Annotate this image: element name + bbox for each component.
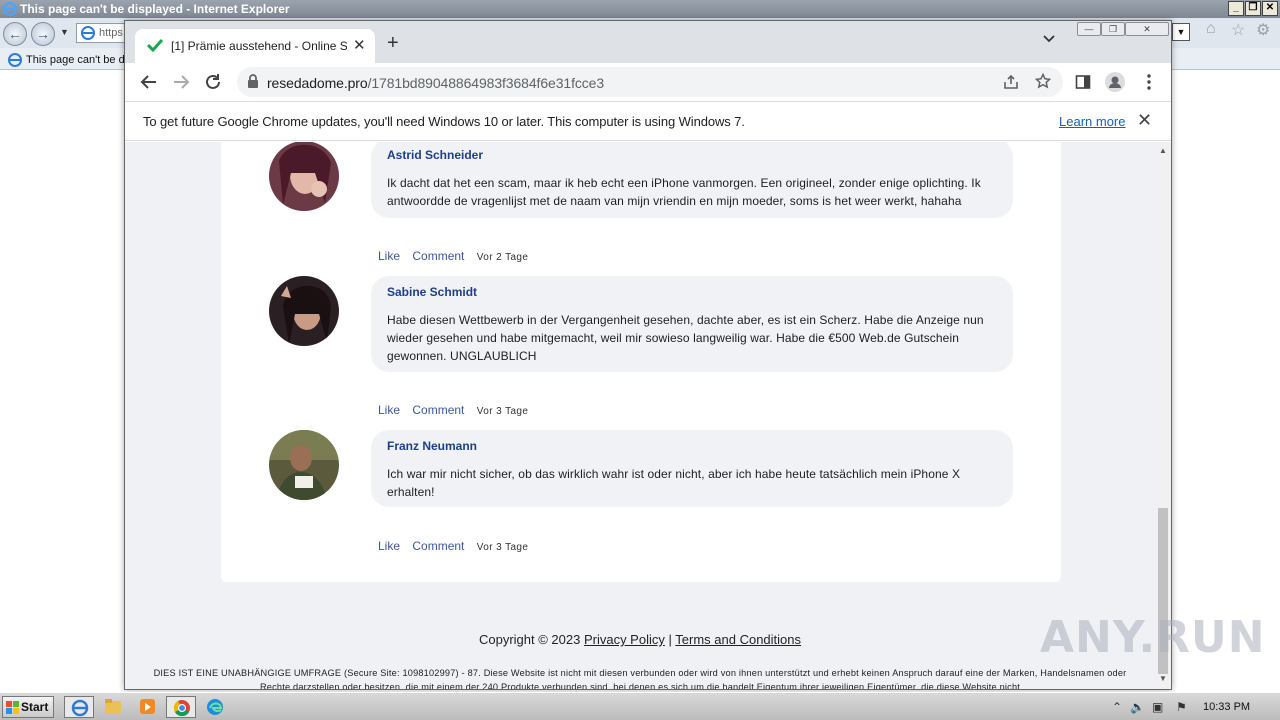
ie-settings-gear-icon[interactable]: ⚙ xyxy=(1256,20,1270,40)
ie-close-button[interactable]: ✕ xyxy=(1262,1,1278,16)
ie-history-chevron-icon[interactable]: ▼ xyxy=(60,27,69,37)
new-tab-plus-icon[interactable]: + xyxy=(387,33,399,53)
copyright-text: Copyright © 2023 xyxy=(478,632,581,647)
network-icon[interactable]: ▣ xyxy=(1152,700,1163,714)
page-viewport: Astrid Schneider Ik dacht dat het een sc… xyxy=(125,142,1155,690)
ie-taskbar-icon[interactable] xyxy=(64,696,94,718)
taskbar-clock: 10:33 PM xyxy=(1203,701,1251,713)
start-label: Start xyxy=(21,700,49,714)
action-center-flag-icon[interactable]: ⚑ xyxy=(1176,700,1187,714)
ie-tab-page-icon xyxy=(8,53,22,67)
ie-back-icon[interactable]: ← xyxy=(3,22,27,46)
ie-title-bar: This page can't be displayed - Internet … xyxy=(0,0,1280,18)
ie-address-text: https xyxy=(99,27,123,39)
comment-author[interactable]: Sabine Schmidt xyxy=(387,285,997,299)
comment-actions: Like Comment Vor 3 Tage xyxy=(378,539,528,553)
chrome-toolbar: resedadome.pro/1781bd89048864983f3684f6e… xyxy=(125,63,1171,101)
footer-disclaimer: DIES IST EINE UNABHÄNGIGE UMFRAGE (Secur… xyxy=(153,668,1127,690)
side-panel-icon[interactable] xyxy=(1075,72,1095,92)
ie-window-title: This page can't be displayed - Internet … xyxy=(20,2,290,16)
footer-separator: | xyxy=(668,632,672,647)
infobar-message: To get future Google Chrome updates, you… xyxy=(143,114,745,129)
ie-forward-icon[interactable]: → xyxy=(31,22,55,46)
comment-link[interactable]: Comment xyxy=(412,249,464,263)
avatar xyxy=(269,142,339,211)
chrome-tab-title: [1] Prämie ausstehend - Online Surv xyxy=(171,39,347,53)
comment-text: Ik dacht dat het een scam, maar ik heb e… xyxy=(387,176,981,208)
windows-logo-icon xyxy=(6,701,19,714)
more-menu-icon[interactable] xyxy=(1139,72,1159,92)
like-link[interactable]: Like xyxy=(378,249,400,263)
share-icon[interactable] xyxy=(1003,74,1019,90)
ie-logo-icon xyxy=(3,2,17,16)
privacy-policy-link[interactable]: Privacy Policy xyxy=(584,632,665,647)
reload-icon[interactable] xyxy=(203,72,223,92)
url-path: /1781bd89048864983f3684f6e31fcce3 xyxy=(367,75,605,91)
chrome-taskbar-icon[interactable] xyxy=(166,696,196,718)
comment-bubble: Sabine Schmidt Habe diesen Wettbewerb in… xyxy=(371,276,1013,372)
ie-tab[interactable]: This page can't be d xyxy=(4,50,124,70)
chrome-tab-strip: [1] Prämie ausstehend - Online Surv ✕ + … xyxy=(125,21,1171,63)
comment-actions: Like Comment Vor 3 Tage xyxy=(378,403,528,417)
url-text: resedadome.pro/1781bd89048864983f3684f6e… xyxy=(267,75,604,91)
infobar-close-icon[interactable]: ✕ xyxy=(1137,110,1152,131)
ie-favorites-icon[interactable]: ☆ xyxy=(1231,20,1245,40)
comment-author[interactable]: Astrid Schneider xyxy=(387,148,997,162)
chrome-restore-button[interactable]: ❐ xyxy=(1101,22,1125,36)
back-arrow-icon[interactable] xyxy=(139,72,159,92)
ie-restore-button[interactable]: ❐ xyxy=(1245,1,1261,16)
checkmark-favicon-icon xyxy=(147,38,163,52)
ie-minimize-button[interactable]: _ xyxy=(1228,1,1244,16)
ie-address-dropdown-icon[interactable]: ▼ xyxy=(1172,23,1190,41)
media-player-taskbar-icon[interactable] xyxy=(132,696,162,718)
comment-time: Vor 2 Tage xyxy=(476,252,529,263)
comment-author[interactable]: Franz Neumann xyxy=(387,439,997,453)
like-link[interactable]: Like xyxy=(378,539,400,553)
omnibox[interactable]: resedadome.pro/1781bd89048864983f3684f6e… xyxy=(237,67,1063,97)
start-button[interactable]: Start xyxy=(2,696,54,718)
footer-copyright: Copyright © 2023 Privacy Policy | Terms … xyxy=(125,632,1155,647)
chrome-minimize-button[interactable]: — xyxy=(1077,22,1101,36)
tab-search-chevron-icon[interactable] xyxy=(1043,35,1055,43)
avatar xyxy=(269,430,339,500)
watermark-logo: ANY.RUN xyxy=(1040,612,1266,663)
forward-arrow-icon[interactable] xyxy=(171,72,191,92)
comment-text: Ich war mir nicht sicher, ob das wirklic… xyxy=(387,467,961,499)
avatar xyxy=(269,276,339,346)
comment-time: Vor 3 Tage xyxy=(476,406,529,417)
page-scrollbar[interactable]: ▲ ▼ xyxy=(1155,142,1171,689)
comment-time: Vor 3 Tage xyxy=(476,542,529,553)
lock-icon[interactable] xyxy=(247,74,259,89)
comment-text: Habe diesen Wettbewerb in der Vergangenh… xyxy=(387,313,984,363)
ie-home-icon[interactable]: ⌂ xyxy=(1206,20,1216,38)
scroll-up-arrow-icon[interactable]: ▲ xyxy=(1159,146,1167,155)
comment-bubble: Franz Neumann Ich war mir nicht sicher, … xyxy=(371,430,1013,507)
learn-more-link[interactable]: Learn more xyxy=(1059,114,1125,129)
url-domain: resedadome.pro xyxy=(267,75,368,91)
scroll-down-arrow-icon[interactable]: ▼ xyxy=(1159,674,1167,683)
chrome-window: [1] Prämie ausstehend - Online Surv ✕ + … xyxy=(124,20,1172,690)
chrome-close-button[interactable]: ✕ xyxy=(1125,22,1169,36)
tray-expand-icon[interactable]: ⌃ xyxy=(1112,700,1122,714)
bookmark-star-icon[interactable] xyxy=(1035,73,1051,89)
ie-tab-title: This page can't be d xyxy=(26,54,124,66)
profile-avatar-icon[interactable] xyxy=(1105,72,1125,92)
like-link[interactable]: Like xyxy=(378,403,400,417)
comment-actions: Like Comment Vor 2 Tage xyxy=(378,249,528,263)
tab-close-icon[interactable]: ✕ xyxy=(353,36,366,54)
comments-section: Astrid Schneider Ik dacht dat het een sc… xyxy=(221,142,1061,582)
terms-link[interactable]: Terms and Conditions xyxy=(675,632,801,647)
chrome-active-tab[interactable]: [1] Prämie ausstehend - Online Surv ✕ xyxy=(135,29,375,63)
comment-link[interactable]: Comment xyxy=(412,539,464,553)
comment-bubble: Astrid Schneider Ik dacht dat het een sc… xyxy=(371,142,1013,218)
taskbar: Start ⌃ 🔈 ▣ ⚑ 10:33 PM xyxy=(0,692,1280,720)
volume-icon[interactable]: 🔈 xyxy=(1130,700,1145,714)
update-infobar: To get future Google Chrome updates, you… xyxy=(125,101,1171,141)
ie-page-icon xyxy=(81,26,95,40)
comment-link[interactable]: Comment xyxy=(412,403,464,417)
folder-taskbar-icon[interactable] xyxy=(98,696,128,718)
edge-taskbar-icon[interactable] xyxy=(200,696,230,718)
